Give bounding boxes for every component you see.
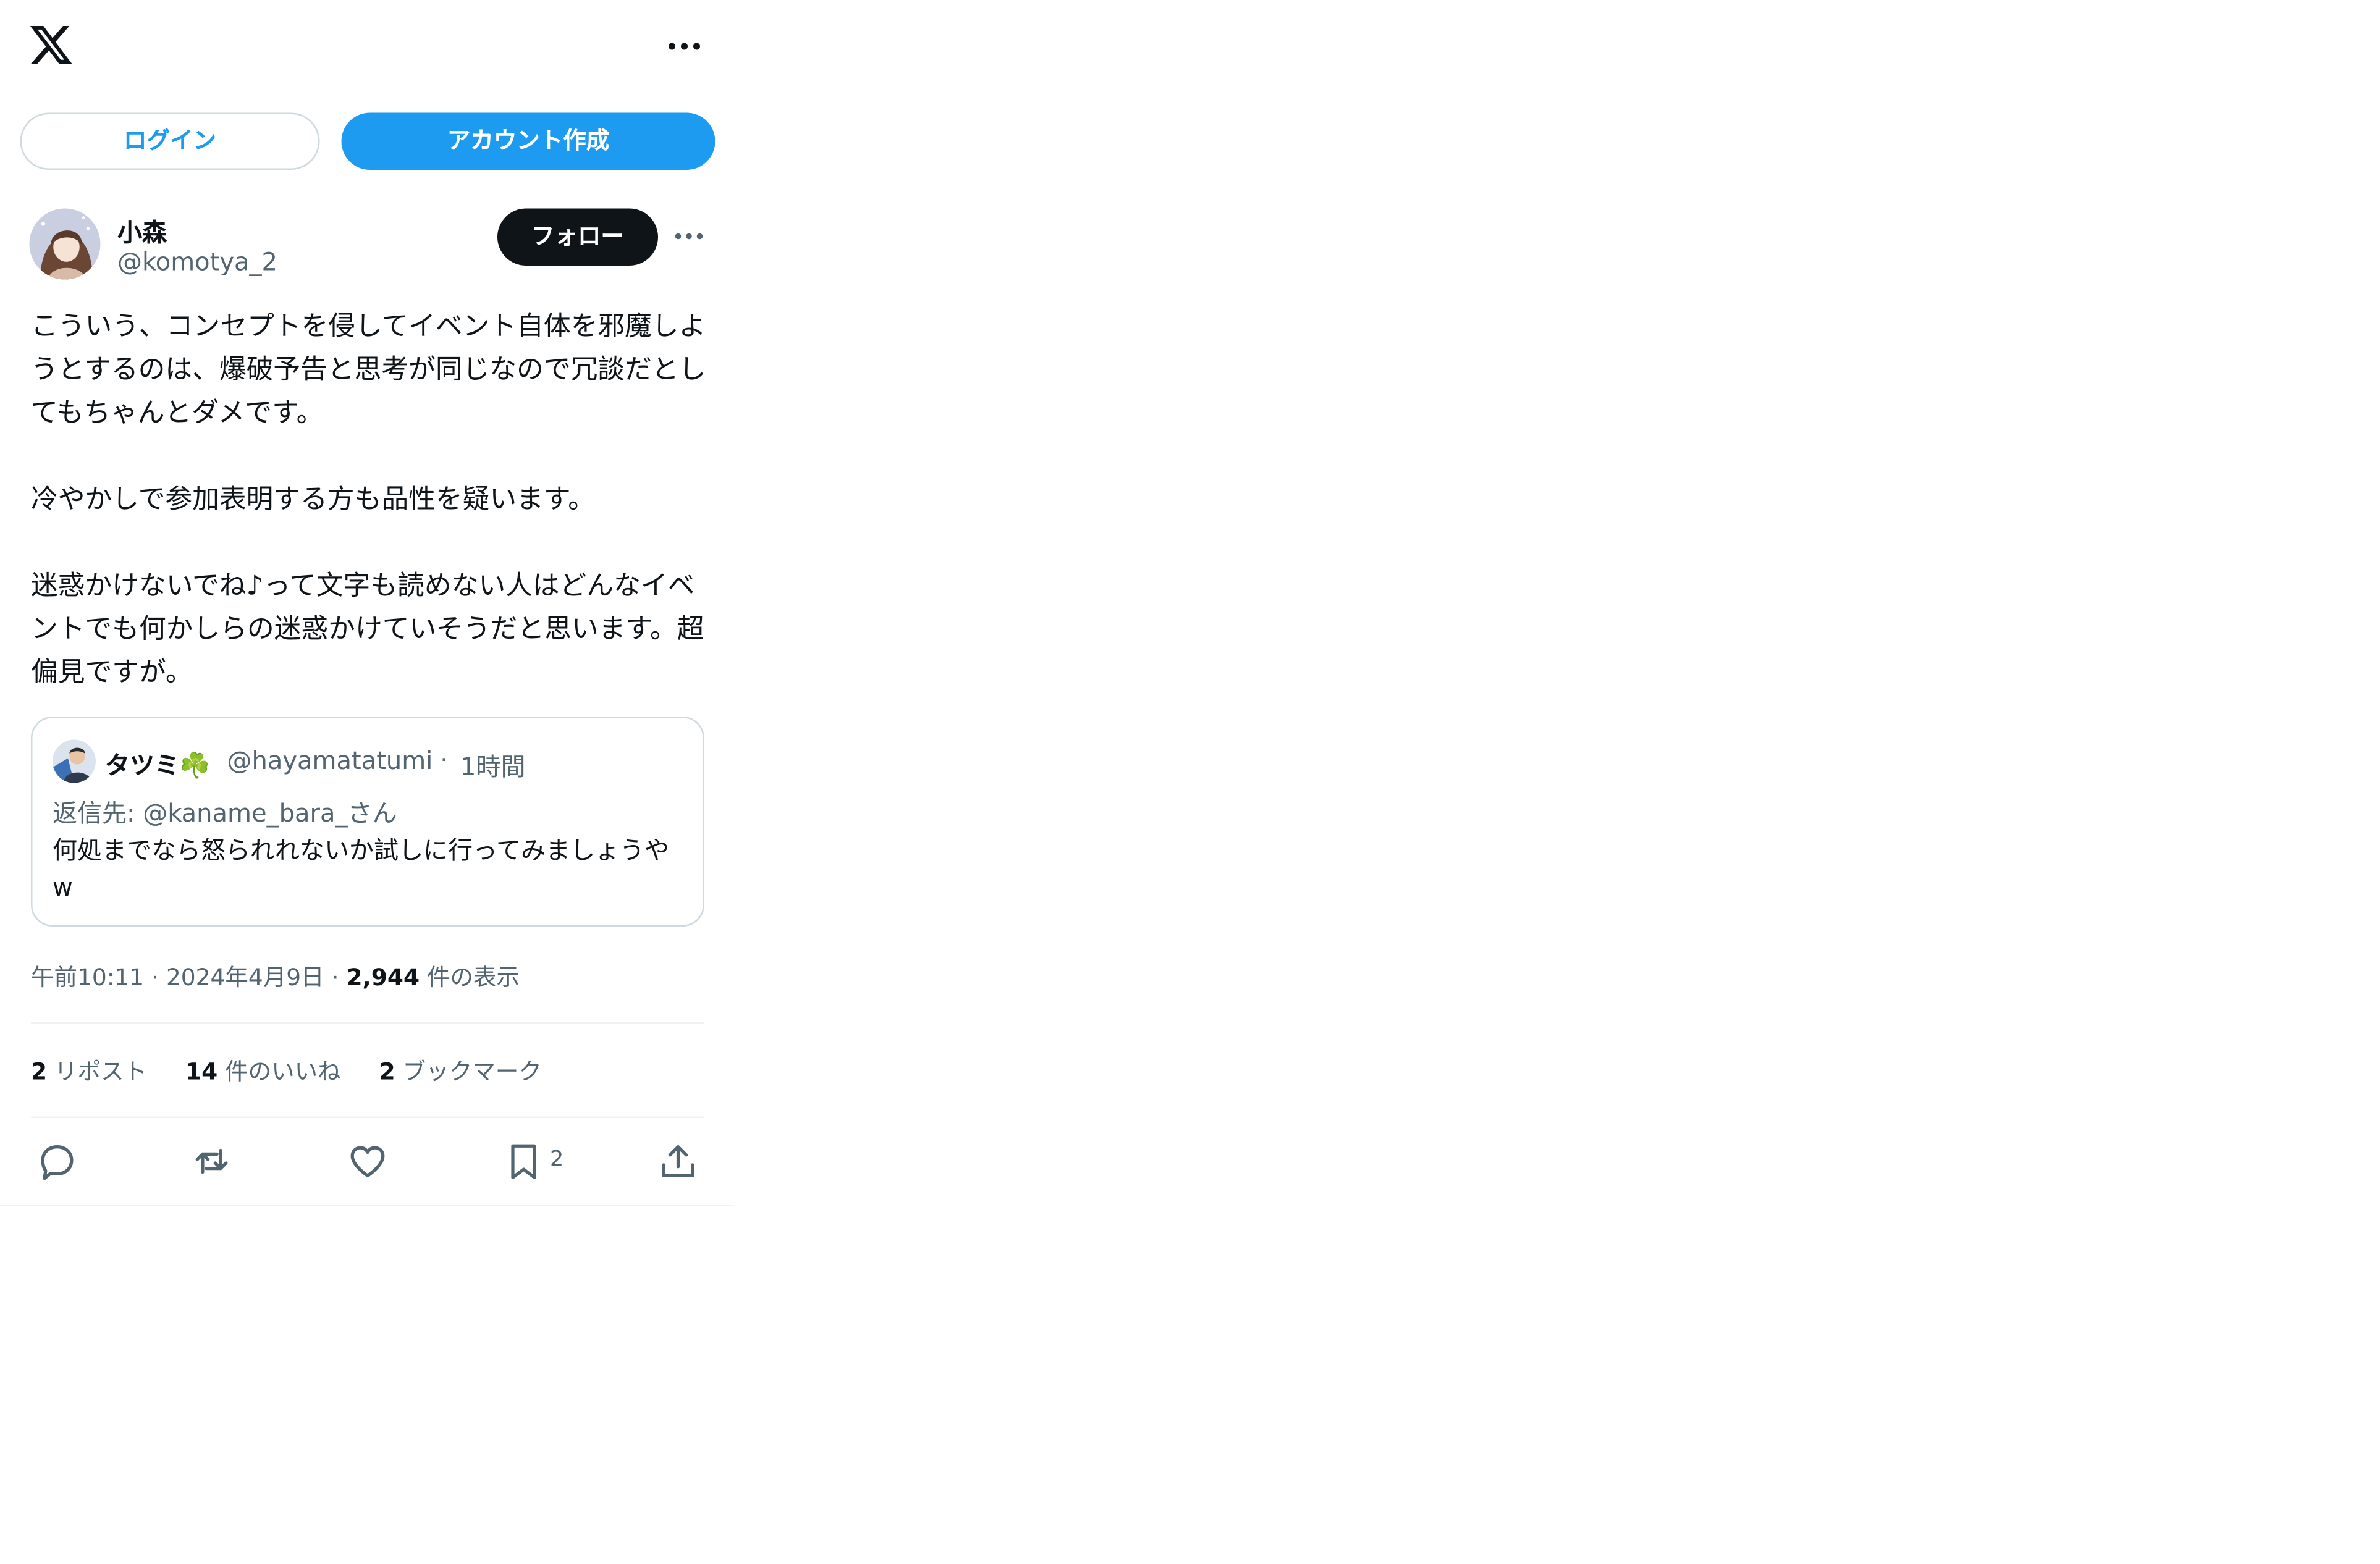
like-icon[interactable] <box>346 1140 389 1183</box>
quote-dot: · <box>440 746 448 774</box>
author-handle[interactable]: @komotya_2 <box>117 247 277 277</box>
quote-time: 1時間 <box>460 752 526 782</box>
quote-text: 何処までなら怒られれないか試しに行ってみましょうやw <box>53 835 670 902</box>
tweet-more-icon[interactable] <box>670 219 711 253</box>
quote-reply-to: 返信先: @kaname_bara_さん <box>53 798 397 828</box>
more-options-icon[interactable] <box>658 28 711 65</box>
divider <box>31 1022 704 1024</box>
tweet-time[interactable]: 午前10:11 <box>31 964 144 991</box>
avatar-image <box>29 208 101 280</box>
author-name[interactable]: 小森 <box>117 212 167 249</box>
divider <box>31 1116 704 1118</box>
x-logo-icon[interactable] <box>28 22 74 68</box>
bookmarks-label: ブックマーク <box>402 1057 542 1086</box>
repost-icon[interactable] <box>190 1140 234 1183</box>
meta-dot: · <box>331 964 339 991</box>
quoted-tweet[interactable]: タツミ☘️ @hayamatatumi · 1時間 返信先: @kaname_b… <box>31 717 704 927</box>
reposts-stat[interactable]: 2 リポスト <box>31 1055 147 1088</box>
engagement-stats: 2 リポスト 14 件のいいね 2 ブックマーク <box>31 1055 573 1088</box>
meta-dot: · <box>151 964 159 991</box>
reply-icon[interactable] <box>36 1140 79 1183</box>
share-icon[interactable] <box>657 1140 700 1183</box>
likes-count: 14 <box>185 1057 218 1086</box>
tweet-page: ログイン アカウント作成 小森 @komotya_2 フォロー こういう、コンセ… <box>0 0 2379 1563</box>
quote-author-name: タツミ☘️ <box>105 750 210 780</box>
bookmarks-stat[interactable]: 2 ブックマーク <box>379 1055 542 1088</box>
bookmark-icon[interactable] <box>502 1140 546 1183</box>
views-count: 2,944 <box>346 964 420 991</box>
reposts-count: 2 <box>31 1057 48 1086</box>
likes-label: 件のいいね <box>225 1057 341 1086</box>
follow-button[interactable]: フォロー <box>497 208 658 266</box>
create-account-button[interactable]: アカウント作成 <box>341 112 715 170</box>
quote-avatar-image <box>53 739 96 783</box>
tweet-date[interactable]: 2024年4月9日 <box>166 964 324 991</box>
tweet-meta: 午前10:11 · 2024年4月9日 · 2,944 件の表示 <box>31 961 520 993</box>
reposts-label: リポスト <box>54 1057 148 1086</box>
bookmarks-count: 2 <box>379 1057 395 1086</box>
bookmark-count: 2 <box>550 1147 564 1172</box>
top-bar <box>0 0 735 93</box>
quote-author-handle: @hayamatatumi <box>227 746 433 776</box>
avatar[interactable] <box>29 208 101 280</box>
views-label: 件の表示 <box>427 964 520 991</box>
likes-stat[interactable]: 14 件のいいね <box>185 1055 341 1088</box>
tweet-column: ログイン アカウント作成 小森 @komotya_2 フォロー こういう、コンセ… <box>0 0 735 1206</box>
tweet-text: こういう、コンセプトを侵してイベント自体を邪魔しようとするのは、爆破予告と思考が… <box>31 312 706 689</box>
quote-avatar[interactable] <box>53 739 96 783</box>
login-button[interactable]: ログイン <box>20 112 320 170</box>
